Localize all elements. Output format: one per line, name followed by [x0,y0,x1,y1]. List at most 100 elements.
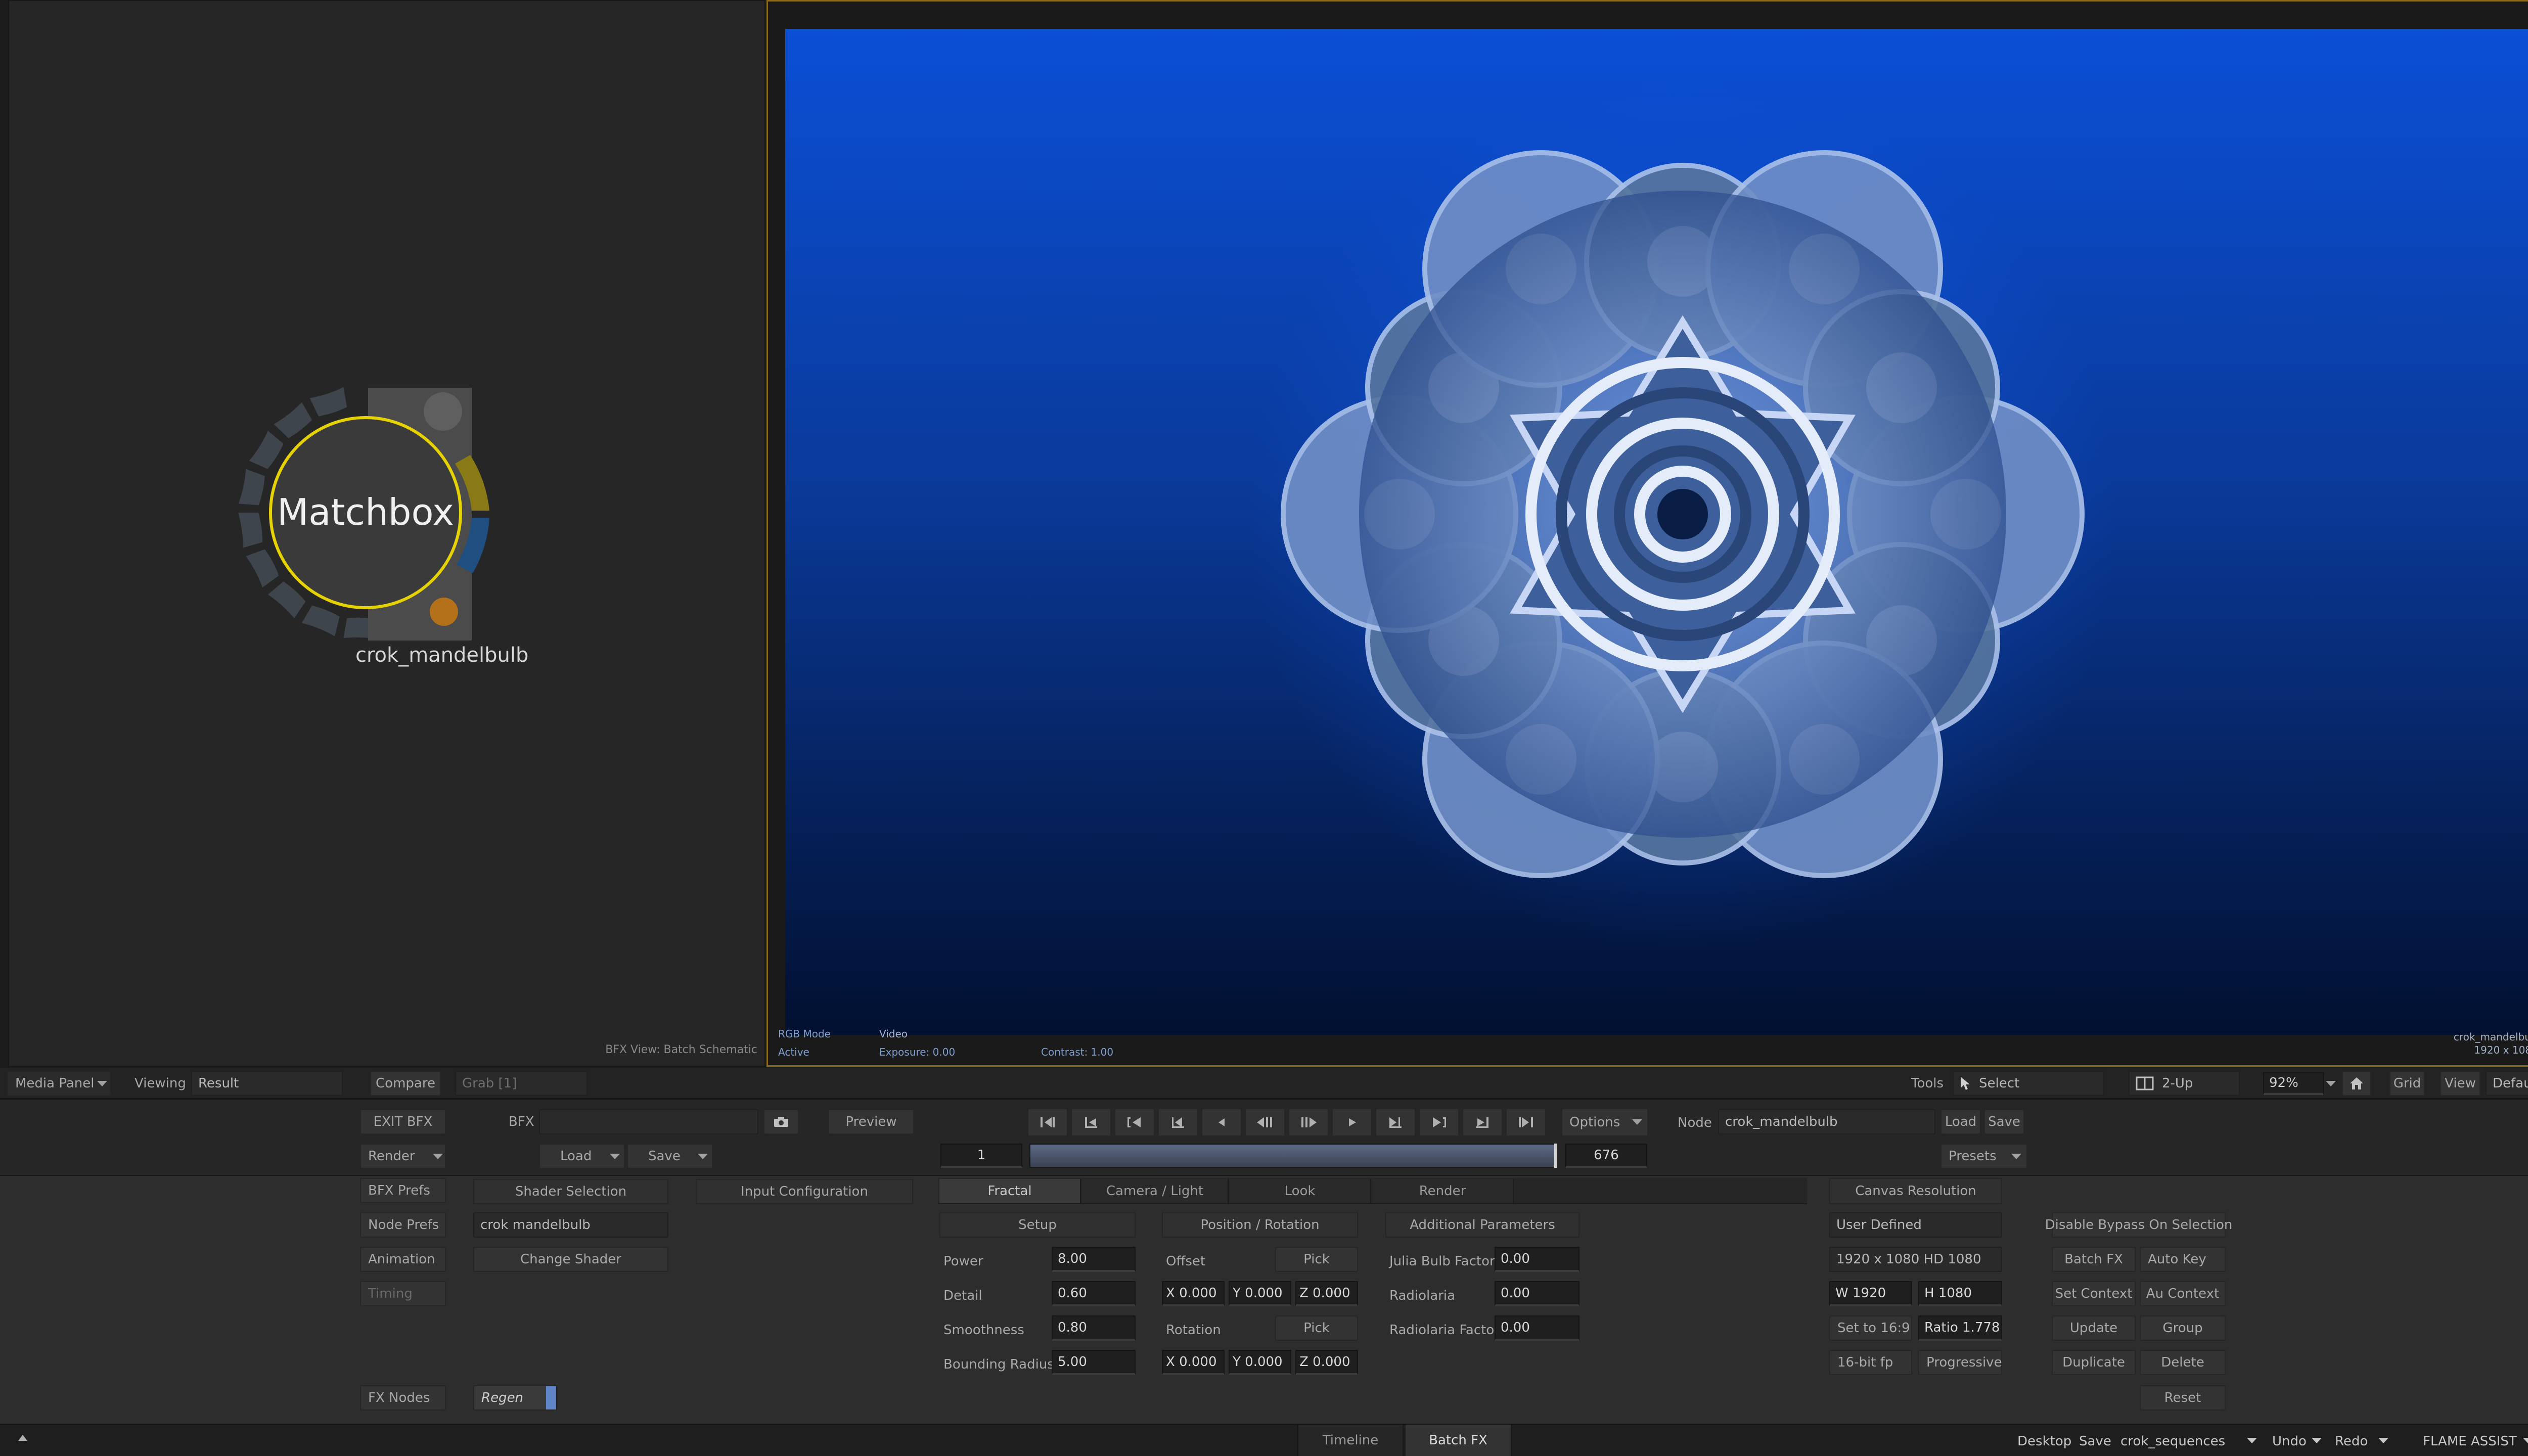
tab-render[interactable]: Render [1372,1179,1514,1203]
presets-dropdown-icon[interactable] [2011,1154,2021,1159]
media-panel-button[interactable]: Media Panel [7,1071,111,1096]
rotation-y-field[interactable]: Y 0.000 [1229,1350,1291,1375]
group-button[interactable]: Group [2140,1315,2226,1341]
bounding-radius-field[interactable]: 5.00 [1052,1350,1136,1375]
timeline-playhead[interactable] [1554,1144,1557,1168]
matchbox-node[interactable]: Matchbox [221,375,505,648]
play-button[interactable] [1332,1108,1372,1136]
layout-2up-field[interactable]: 2-Up [2129,1071,2240,1096]
grab-field[interactable]: Grab [1] [455,1071,588,1096]
input-configuration-button[interactable]: Input Configuration [696,1179,913,1204]
snapshot-button[interactable] [763,1109,799,1134]
auto-key-button[interactable]: Auto Key [2140,1247,2226,1272]
shader-name-field[interactable]: crok mandelbulb [473,1212,668,1238]
canvas-ratio-field[interactable]: Ratio 1.778 [1918,1315,2002,1341]
node-load-button[interactable]: Load [1940,1109,1981,1134]
rotation-pick-button[interactable]: Pick [1275,1315,1358,1341]
tab-batch-fx[interactable]: Batch FX [1406,1425,1512,1456]
batch-schematic-panel[interactable]: Matchbox crok_mandelbulb BFX View: Batch… [8,0,765,1067]
au-context-button[interactable]: Au Context [2140,1281,2226,1306]
detail-field[interactable]: 0.60 [1052,1281,1136,1306]
timeline-scrubber[interactable] [1029,1144,1557,1168]
desktop-button[interactable]: Desktop [2017,1435,2071,1448]
tab-fractal[interactable]: Fractal [939,1179,1081,1203]
node-name-field[interactable]: crok_mandelbulb [1718,1109,1935,1134]
preview-button[interactable]: Preview [828,1109,914,1134]
viewing-field[interactable]: Result [191,1071,343,1096]
end-frame-field[interactable]: 676 [1565,1144,1647,1168]
expand-icon[interactable] [18,1435,27,1441]
fx-nodes-button[interactable]: FX Nodes [360,1385,446,1410]
go-to-end-button[interactable] [1506,1108,1546,1136]
rotation-z-field[interactable]: Z 0.000 [1295,1350,1358,1375]
set-context-button[interactable]: Set Context [2052,1281,2136,1306]
viewer-panel[interactable]: RGB Mode Active Video Exposure: 0.00 Con… [766,0,2528,1067]
change-shader-button[interactable]: Change Shader [473,1247,668,1272]
bfx-name-field[interactable] [539,1109,758,1134]
prev-edit-button[interactable] [1158,1108,1198,1136]
tab-camera-light[interactable]: Camera / Light [1082,1179,1229,1203]
redo-button[interactable]: Redo [2335,1435,2368,1448]
duplicate-button[interactable]: Duplicate [2052,1350,2136,1375]
play-reverse-button[interactable] [1245,1108,1285,1136]
offset-pick-button[interactable]: Pick [1275,1247,1358,1272]
zoom-field[interactable]: 92% [2263,1072,2324,1095]
update-button[interactable]: Update [2052,1315,2136,1341]
prev-mark-button[interactable] [1114,1108,1155,1136]
stop-button[interactable] [1288,1108,1329,1136]
reset-button[interactable]: Reset [2140,1385,2226,1410]
bfx-prefs-button[interactable]: BFX Prefs [360,1178,446,1203]
disable-bypass-button[interactable]: Disable Bypass On Selection [2045,1212,2232,1238]
render-dropdown-icon[interactable] [433,1154,443,1159]
media-panel-dropdown-icon[interactable] [97,1081,107,1086]
next-mark-button[interactable] [1419,1108,1459,1136]
timing-button[interactable]: Timing [360,1281,446,1306]
canvas-resolution-field[interactable]: 1920 x 1080 HD 1080 [1829,1247,2002,1272]
canvas-height-field[interactable]: H 1080 [1918,1281,2002,1306]
options-dropdown-icon[interactable] [1632,1119,1642,1125]
radiolaria-factor-field[interactable]: 0.00 [1495,1315,1579,1341]
save-button[interactable]: Save [2079,1435,2111,1448]
offset-x-field[interactable]: X 0.000 [1162,1281,1225,1306]
prev-keyframe-button[interactable] [1071,1108,1111,1136]
sequences-selector[interactable]: crok_sequences [2120,1435,2225,1448]
grid-button[interactable]: Grid [2389,1071,2425,1096]
view-button[interactable]: View [2440,1071,2480,1096]
offset-z-field[interactable]: Z 0.000 [1295,1281,1358,1306]
app-menu-dropdown-icon[interactable] [2523,1438,2528,1443]
tab-timeline[interactable]: Timeline [1297,1425,1404,1456]
next-keyframe-button[interactable] [1462,1108,1503,1136]
canvas-preset-field[interactable]: User Defined [1829,1212,2002,1238]
radiolaria-field[interactable]: 0.00 [1495,1281,1579,1306]
exit-bfx-button[interactable]: EXIT BFX [360,1109,446,1134]
zoom-dropdown-icon[interactable] [2326,1081,2336,1086]
setup-load-dropdown-icon[interactable] [610,1154,620,1159]
sequences-dropdown-icon[interactable] [2247,1438,2257,1443]
rotation-x-field[interactable]: X 0.000 [1162,1350,1225,1375]
go-to-start-button[interactable] [1027,1108,1068,1136]
node-prefs-button[interactable]: Node Prefs [360,1212,446,1238]
smoothness-field[interactable]: 0.80 [1052,1315,1136,1341]
batch-fx-button[interactable]: Batch FX [2052,1247,2136,1272]
undo-dropdown-icon[interactable] [2312,1438,2322,1443]
compare-button[interactable]: Compare [370,1071,441,1096]
port-output-orange[interactable] [430,598,458,626]
start-frame-field[interactable]: 1 [940,1144,1022,1168]
setup-save-dropdown-icon[interactable] [698,1154,708,1159]
offset-y-field[interactable]: Y 0.000 [1229,1281,1291,1306]
animation-button[interactable]: Animation [360,1247,446,1272]
delete-button[interactable]: Delete [2140,1350,2226,1375]
view-preset-field[interactable]: Default [2486,1071,2528,1096]
tab-look[interactable]: Look [1230,1179,1371,1203]
set-16-9-button[interactable]: Set to 16:9 [1829,1315,1912,1341]
undo-button[interactable]: Undo [2272,1435,2307,1448]
canvas-width-field[interactable]: W 1920 [1829,1281,1912,1306]
step-back-button[interactable] [1201,1108,1242,1136]
redo-dropdown-icon[interactable] [2378,1438,2388,1443]
select-tool-field[interactable]: Select [1953,1071,2104,1096]
scan-mode-button[interactable]: Progressive [1918,1350,2002,1375]
power-field[interactable]: 8.00 [1052,1247,1136,1272]
regen-toggle[interactable]: Regen [473,1385,557,1410]
julia-bulb-factor-field[interactable]: 0.00 [1495,1247,1579,1272]
bit-depth-button[interactable]: 16-bit fp [1829,1350,1912,1375]
